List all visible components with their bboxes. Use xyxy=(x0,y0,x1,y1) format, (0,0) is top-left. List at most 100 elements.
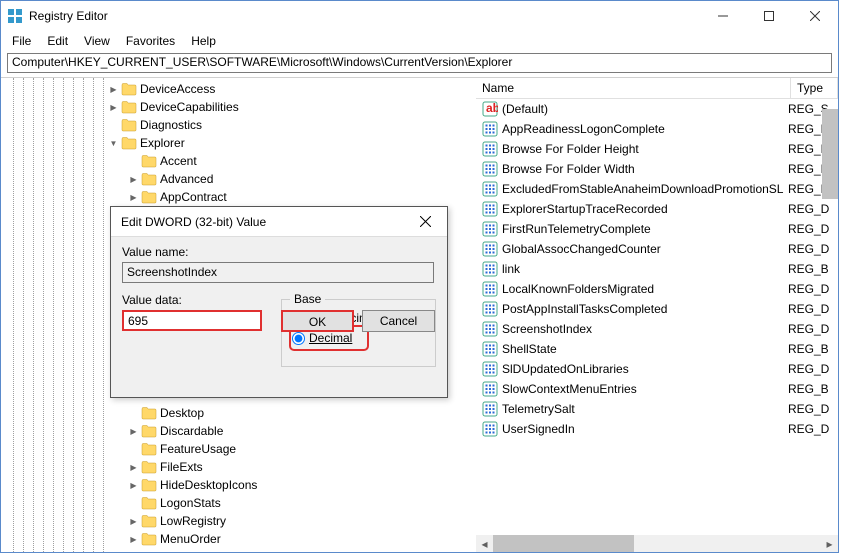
expand-icon[interactable]: ▶ xyxy=(126,427,141,436)
tree-item-label: FeatureUsage xyxy=(160,442,236,456)
expand-icon[interactable]: ▶ xyxy=(126,463,141,472)
reg-binary-icon xyxy=(482,381,498,397)
value-name: SlowContextMenuEntries xyxy=(502,382,788,396)
value-name: Browse For Folder Height xyxy=(502,142,788,156)
expand-icon[interactable]: ▶ xyxy=(126,535,141,544)
expand-icon[interactable]: ▶ xyxy=(106,85,121,94)
scroll-thumb-vertical[interactable] xyxy=(822,109,838,199)
tree-item[interactable]: ▶Advanced xyxy=(1,170,471,188)
value-row[interactable]: Browse For Folder WidthREG_D xyxy=(476,159,838,179)
scroll-thumb-horizontal[interactable] xyxy=(493,535,634,552)
scroll-up-button[interactable] xyxy=(822,99,838,109)
tree-item[interactable]: ▶Discardable xyxy=(1,422,471,440)
collapse-icon[interactable]: ▼ xyxy=(106,139,121,148)
value-type: REG_D xyxy=(788,242,832,256)
value-row[interactable]: ShellStateREG_B xyxy=(476,339,838,359)
reg-binary-icon xyxy=(482,321,498,337)
value-name: UserSignedIn xyxy=(502,422,788,436)
value-data-field[interactable]: 695 xyxy=(122,310,262,331)
value-row[interactable]: ScreenshotIndexREG_D xyxy=(476,319,838,339)
menu-view[interactable]: View xyxy=(77,32,117,50)
maximize-button[interactable] xyxy=(746,1,792,31)
cancel-button[interactable]: Cancel xyxy=(362,310,435,332)
value-name: AppReadinessLogonComplete xyxy=(502,122,788,136)
value-name: SlDUpdatedOnLibraries xyxy=(502,362,788,376)
tree-item[interactable]: ▶FileExts xyxy=(1,458,471,476)
tree-item[interactable]: ▼Explorer xyxy=(1,134,471,152)
expand-icon[interactable]: ▶ xyxy=(126,517,141,526)
column-header-name[interactable]: Name xyxy=(476,78,791,98)
tree-item[interactable]: ▶LogonStats xyxy=(1,494,471,512)
expand-icon[interactable]: ▶ xyxy=(106,103,121,112)
value-type: REG_D xyxy=(788,322,832,336)
list-pane: Name Type (Default)REG_SAppReadinessLogo… xyxy=(476,77,838,552)
reg-binary-icon xyxy=(482,341,498,357)
tree-item[interactable]: ▶Desktop xyxy=(1,404,471,422)
value-type: REG_D xyxy=(788,222,832,236)
value-row[interactable]: LocalKnownFoldersMigratedREG_D xyxy=(476,279,838,299)
value-row[interactable]: ExplorerStartupTraceRecordedREG_D xyxy=(476,199,838,219)
reg-sz-icon xyxy=(482,101,498,117)
value-name: LocalKnownFoldersMigrated xyxy=(502,282,788,296)
value-name: Browse For Folder Width xyxy=(502,162,788,176)
menu-favorites[interactable]: Favorites xyxy=(119,32,182,50)
close-button[interactable] xyxy=(792,1,838,31)
tree-item[interactable]: ▶FeatureUsage xyxy=(1,440,471,458)
reg-binary-icon xyxy=(482,301,498,317)
reg-binary-icon xyxy=(482,161,498,177)
dialog-titlebar[interactable]: Edit DWORD (32-bit) Value xyxy=(111,207,447,237)
value-row[interactable]: ExcludedFromStableAnaheimDownloadPromoti… xyxy=(476,179,838,199)
value-row[interactable]: GlobalAssocChangedCounterREG_D xyxy=(476,239,838,259)
tree-item[interactable]: ▶ AppContract xyxy=(1,188,471,206)
value-row[interactable]: linkREG_B xyxy=(476,259,838,279)
expand-icon[interactable]: ▶ xyxy=(126,193,141,202)
ok-button[interactable]: OK xyxy=(281,310,354,332)
titlebar[interactable]: Registry Editor xyxy=(1,1,838,31)
reg-binary-icon xyxy=(482,281,498,297)
value-name-field[interactable]: ScreenshotIndex xyxy=(122,262,434,283)
menu-help[interactable]: Help xyxy=(184,32,223,50)
value-type: REG_D xyxy=(788,302,832,316)
value-row[interactable]: SlowContextMenuEntriesREG_B xyxy=(476,379,838,399)
value-row[interactable]: AppReadinessLogonCompleteREG_D xyxy=(476,119,838,139)
value-name: ExplorerStartupTraceRecorded xyxy=(502,202,788,216)
list-body[interactable]: (Default)REG_SAppReadinessLogonCompleteR… xyxy=(476,99,838,535)
scroll-right-button[interactable]: ▸ xyxy=(821,535,838,552)
tree-item-label: Diagnostics xyxy=(140,118,202,132)
tree-item[interactable]: ▶LowRegistry xyxy=(1,512,471,530)
regedit-icon xyxy=(7,8,23,24)
value-row[interactable]: PostAppInstallTasksCompletedREG_D xyxy=(476,299,838,319)
minimize-button[interactable] xyxy=(700,1,746,31)
value-type: REG_B xyxy=(788,342,832,356)
value-type: REG_B xyxy=(788,382,832,396)
tree-item[interactable]: ▶Diagnostics xyxy=(1,116,471,134)
reg-binary-icon xyxy=(482,361,498,377)
tree-item[interactable]: ▶DeviceCapabilities xyxy=(1,98,471,116)
value-type: REG_D xyxy=(788,362,832,376)
value-row[interactable]: (Default)REG_S xyxy=(476,99,838,119)
tree-item[interactable]: ▶DeviceAccess xyxy=(1,80,471,98)
tree-item-label: AppContract xyxy=(160,190,227,204)
tree-item[interactable]: ▶Accent xyxy=(1,152,471,170)
value-name-label: Value name: xyxy=(122,245,435,259)
tree-item[interactable]: ▶MenuOrder xyxy=(1,530,471,548)
folder-icon xyxy=(141,172,157,186)
value-row[interactable]: FirstRunTelemetryCompleteREG_D xyxy=(476,219,838,239)
radio-dec-input[interactable] xyxy=(292,332,305,345)
column-header-type[interactable]: Type xyxy=(791,78,838,98)
menu-edit[interactable]: Edit xyxy=(40,32,75,50)
expand-icon[interactable]: ▶ xyxy=(126,175,141,184)
value-row[interactable]: TelemetrySaltREG_D xyxy=(476,399,838,419)
menu-file[interactable]: File xyxy=(5,32,38,50)
value-row[interactable]: UserSignedInREG_D xyxy=(476,419,838,439)
value-row[interactable]: SlDUpdatedOnLibrariesREG_D xyxy=(476,359,838,379)
folder-icon xyxy=(141,442,157,456)
tree-item[interactable]: ▶HideDesktopIcons xyxy=(1,476,471,494)
value-row[interactable]: Browse For Folder HeightREG_D xyxy=(476,139,838,159)
folder-icon xyxy=(121,118,137,132)
address-bar[interactable]: Computer\HKEY_CURRENT_USER\SOFTWARE\Micr… xyxy=(7,53,832,73)
expand-icon[interactable]: ▶ xyxy=(126,481,141,490)
horizontal-scrollbar[interactable]: ◂ ▸ xyxy=(476,535,838,552)
scroll-left-button[interactable]: ◂ xyxy=(476,535,493,552)
dialog-close-button[interactable] xyxy=(407,208,443,236)
